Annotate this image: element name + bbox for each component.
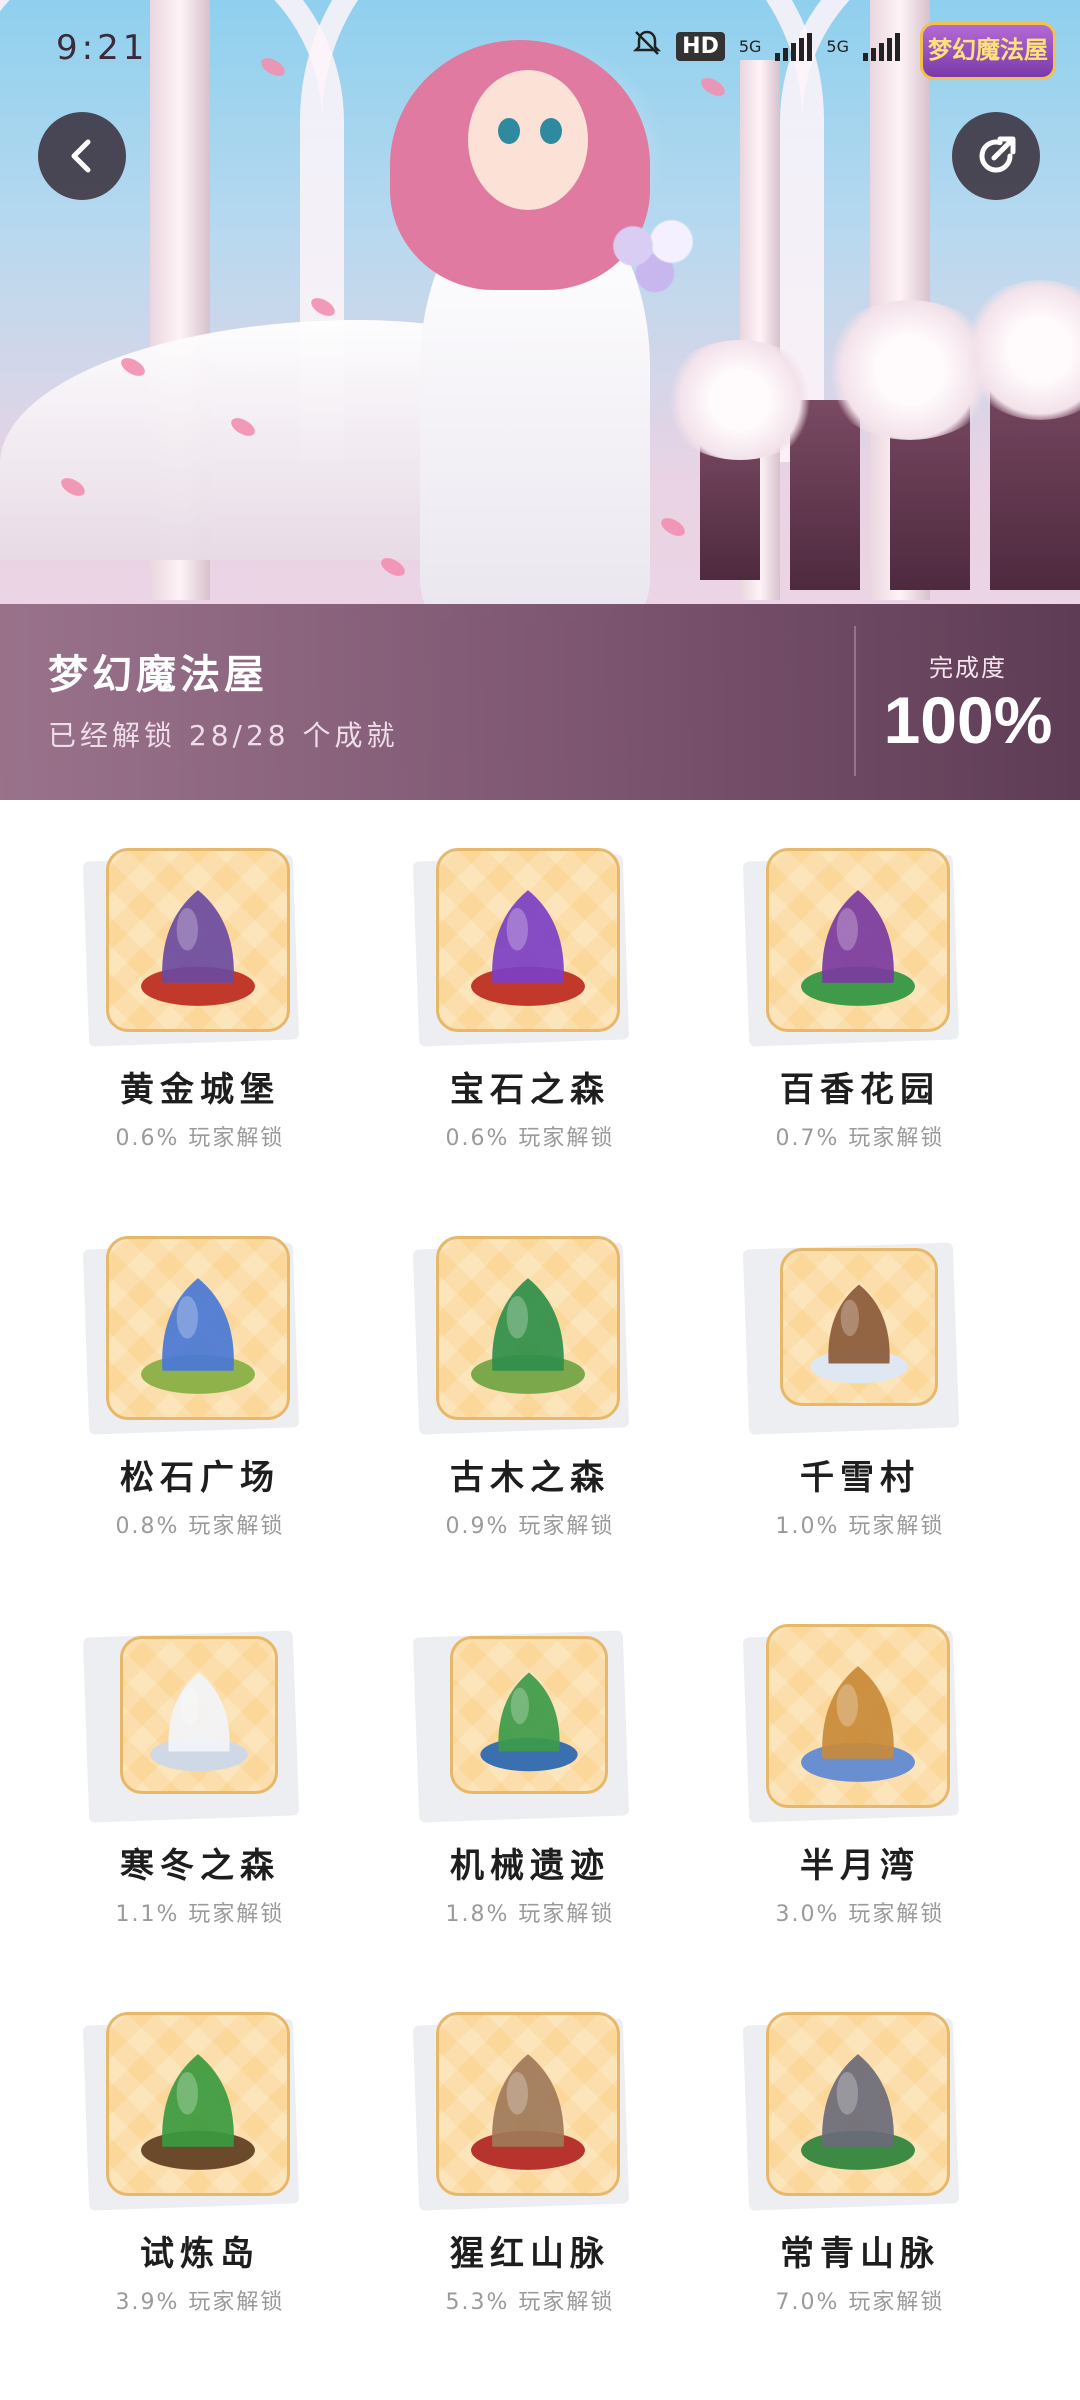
achievement-unlock-rate: 0.8% 玩家解锁 (115, 1514, 285, 1539)
achievement-tile (742, 2012, 964, 2211)
achievement-name: 常青山脉 (780, 2234, 940, 2274)
achievement-badge (766, 1624, 950, 1808)
achievement-card[interactable]: 百香花园 0.7% 玩家解锁 (710, 800, 1040, 1188)
signal-icon (775, 32, 813, 61)
achievement-badge (780, 1248, 938, 1406)
achievement-tile (82, 2012, 304, 2211)
achievement-unlock-rate: 1.0% 玩家解锁 (775, 1514, 945, 1539)
achievement-tile (742, 1236, 964, 1435)
ancient-tree-icon (471, 1278, 585, 1394)
unlock-summary: 已经解锁 28/28 个成就 (48, 719, 399, 752)
jungle-tree-icon (141, 2054, 255, 2170)
achievement-badge (450, 1636, 608, 1794)
achievement-unlock-rate: 0.7% 玩家解锁 (775, 1126, 945, 1151)
flower-cluster (660, 340, 820, 460)
castle-tower-icon (141, 890, 255, 1006)
achievement-card[interactable]: 古木之森 0.9% 玩家解锁 (380, 1188, 710, 1576)
achievement-tile (412, 2012, 634, 2211)
achievement-name: 古木之森 (450, 1458, 610, 1498)
achievement-unlock-rate: 0.6% 玩家解锁 (445, 1126, 615, 1151)
hd-badge: HD (676, 32, 725, 61)
achievement-unlock-rate: 3.9% 玩家解锁 (115, 2290, 285, 2315)
cave-hill-icon (801, 1666, 915, 1782)
page-title: 梦幻魔法屋 (48, 652, 268, 698)
achievement-card[interactable]: 常青山脉 7.0% 玩家解锁 (710, 1964, 1040, 2352)
achievement-badge (766, 2012, 950, 2196)
achievement-card[interactable]: 试炼岛 3.9% 玩家解锁 (50, 1964, 380, 2352)
achievement-unlock-rate: 7.0% 玩家解锁 (775, 2290, 945, 2315)
achievement-name: 机械遗迹 (450, 1846, 610, 1886)
eye-decoration (540, 118, 562, 144)
snowy-rock-icon (150, 1672, 248, 1772)
achievement-unlock-rate: 1.1% 玩家解锁 (115, 1902, 285, 1927)
achievement-tile (82, 1624, 304, 1823)
green-mountain-icon (480, 1672, 578, 1772)
achievement-name: 半月湾 (800, 1846, 920, 1886)
achievement-unlock-rate: 3.0% 玩家解锁 (775, 1902, 945, 1927)
blue-tree-icon (141, 1278, 255, 1394)
achievement-badge (436, 848, 620, 1032)
achievement-tile (82, 1236, 304, 1435)
network-label: 5G (826, 37, 849, 56)
bride-face (468, 70, 588, 210)
achievement-badge (106, 848, 290, 1032)
dead-tree-icon (471, 2054, 585, 2170)
achievement-name: 试炼岛 (140, 2234, 260, 2274)
achievement-unlock-rate: 5.3% 玩家解锁 (445, 2290, 615, 2315)
achievement-name: 猩红山脉 (450, 2234, 610, 2274)
achievement-name: 千雪村 (800, 1458, 920, 1498)
achievement-badge (120, 1636, 278, 1794)
achievement-name: 寒冬之森 (120, 1846, 280, 1886)
achievement-card[interactable]: 松石广场 0.8% 玩家解锁 (50, 1188, 380, 1576)
achievement-unlock-rate: 1.8% 玩家解锁 (445, 1902, 615, 1927)
achievement-name: 宝石之森 (450, 1070, 610, 1110)
evergreen-rock-icon (801, 2054, 915, 2170)
achievement-summary: 梦幻魔法屋 已经解锁 28/28 个成就 完成度 100% (0, 604, 1080, 800)
achievement-unlock-rate: 0.6% 玩家解锁 (115, 1126, 285, 1151)
achievement-badge (436, 1236, 620, 1420)
achievement-badge (106, 2012, 290, 2196)
network-label: 5G (738, 37, 762, 56)
achievement-badge (106, 1236, 290, 1420)
achievement-name: 松石广场 (120, 1458, 280, 1498)
share-icon (979, 136, 1016, 173)
achievement-unlock-rate: 0.9% 玩家解锁 (445, 1514, 615, 1539)
garden-cauldron-icon (801, 890, 915, 1006)
achievement-tile (742, 1624, 964, 1823)
achievement-name: 黄金城堡 (120, 1070, 280, 1110)
achievement-tile (82, 848, 304, 1047)
share-button[interactable] (952, 112, 1040, 200)
back-button[interactable] (38, 112, 126, 200)
status-time: 9:21 (56, 28, 149, 68)
snow-house-icon (810, 1284, 908, 1384)
achievement-badge (766, 848, 950, 1032)
divider (854, 626, 856, 776)
completion-value: 100% (883, 683, 1053, 757)
achievement-badge (436, 2012, 620, 2196)
achievement-card[interactable]: 千雪村 1.0% 玩家解锁 (710, 1188, 1040, 1576)
status-icons: HD 5G 5G (632, 28, 900, 65)
achievement-tile (412, 848, 634, 1047)
completion-label: 完成度 (929, 654, 1007, 682)
petal-decoration (658, 514, 688, 540)
achievement-card[interactable]: 猩红山脉 5.3% 玩家解锁 (380, 1964, 710, 2352)
bouquet-decoration (600, 210, 710, 300)
eye-decoration (498, 118, 520, 144)
achievement-card[interactable]: 寒冬之森 1.1% 玩家解锁 (50, 1576, 380, 1964)
app-logo: 梦幻魔法屋 (920, 22, 1056, 80)
achievement-tile (412, 1624, 634, 1823)
chevron-left-icon (71, 139, 91, 173)
signal-icon (863, 32, 900, 61)
achievement-tile (742, 848, 964, 1047)
purple-crystal-icon (471, 890, 585, 1006)
achievement-name: 百香花园 (780, 1070, 940, 1110)
achievement-card[interactable]: 宝石之森 0.6% 玩家解锁 (380, 800, 710, 1188)
achievement-card[interactable]: 机械遗迹 1.8% 玩家解锁 (380, 1576, 710, 1964)
achievement-card[interactable]: 黄金城堡 0.6% 玩家解锁 (50, 800, 380, 1188)
achievement-card[interactable]: 半月湾 3.0% 玩家解锁 (710, 1576, 1040, 1964)
mute-bell-icon (632, 28, 662, 65)
achievement-tile (412, 1236, 634, 1435)
